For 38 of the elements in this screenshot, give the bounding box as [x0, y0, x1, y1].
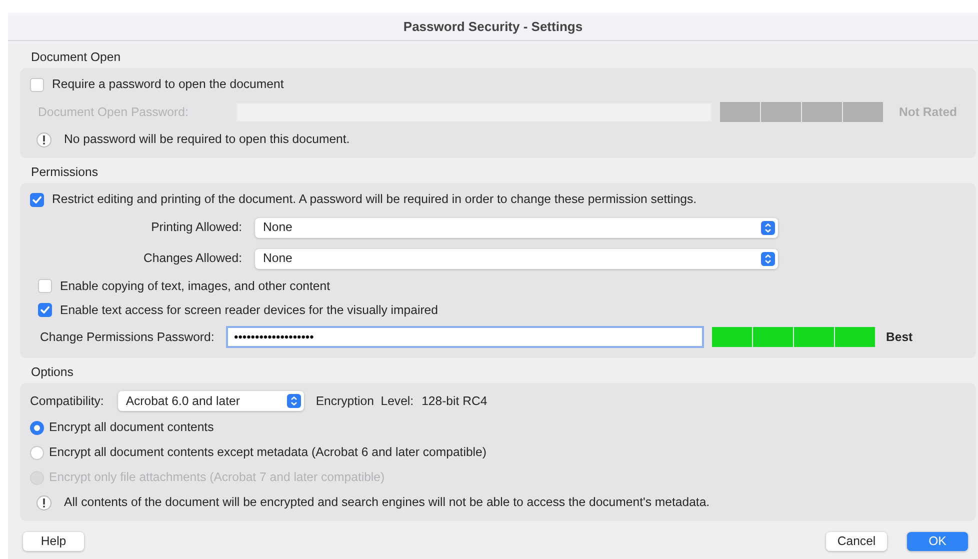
section-heading: Document Open: [31, 48, 121, 66]
dialog-button[interactable]: Cancel: [826, 532, 887, 550]
info-icon: [36, 494, 52, 510]
field-label: Printing Allowed:: [150, 219, 242, 236]
info-icon: [36, 132, 52, 148]
dropdown[interactable]: None: [255, 218, 778, 238]
dropdown[interactable]: None: [255, 248, 778, 268]
section-heading: Options: [31, 364, 74, 381]
radio-label: Encrypt all document contents: [49, 419, 214, 436]
checkbox-label: Require a password to open the document: [52, 76, 284, 94]
field-value: 128-bit RC4: [422, 392, 488, 410]
checkbox-label: Restrict editing and printing of the document. A password will be required in order to change these permission settings.: [52, 191, 697, 208]
checkbox[interactable]: [30, 78, 44, 92]
section-heading: Permissions: [31, 164, 98, 181]
stepper-icon: [761, 220, 775, 234]
dropdown[interactable]: Acrobat 6.0 and later: [118, 391, 304, 411]
info-text: No password will be required to open this document.: [64, 131, 350, 148]
dialog-button[interactable]: Help: [23, 532, 84, 550]
strength-rating: Best: [886, 328, 913, 346]
strength-rating: Not Rated: [899, 104, 958, 121]
checkbox-label: Enable copying of text, images, and other content: [60, 278, 330, 295]
checkbox-label: Enable text access for screen reader devices for the visually impaired: [60, 302, 438, 319]
field-label: Changes Allowed:: [142, 250, 242, 268]
checkbox[interactable]: [38, 279, 52, 293]
password-field[interactable]: •••••••••••••••••••: [226, 326, 704, 348]
stepper-icon: [286, 394, 301, 408]
dialog-button[interactable]: OK: [907, 532, 968, 550]
stepper-icon: [761, 252, 775, 266]
field-label: Change Permissions Password:: [40, 328, 216, 346]
radio-button[interactable]: [30, 446, 44, 460]
radio-label: Encrypt all document contents except metadata (Acrobat 6 and later compatible): [49, 444, 486, 462]
field-label: Compatibility:: [30, 392, 104, 410]
info-text: All contents of the document will be encrypted and search engines will not be able to access the document's metadata.: [64, 494, 710, 512]
checkbox[interactable]: [30, 192, 44, 206]
checkbox[interactable]: [38, 303, 52, 317]
field-label: Encryption Level:: [316, 392, 414, 410]
window-title: Password Security - Settings: [8, 13, 978, 41]
radio-button[interactable]: [30, 420, 44, 434]
